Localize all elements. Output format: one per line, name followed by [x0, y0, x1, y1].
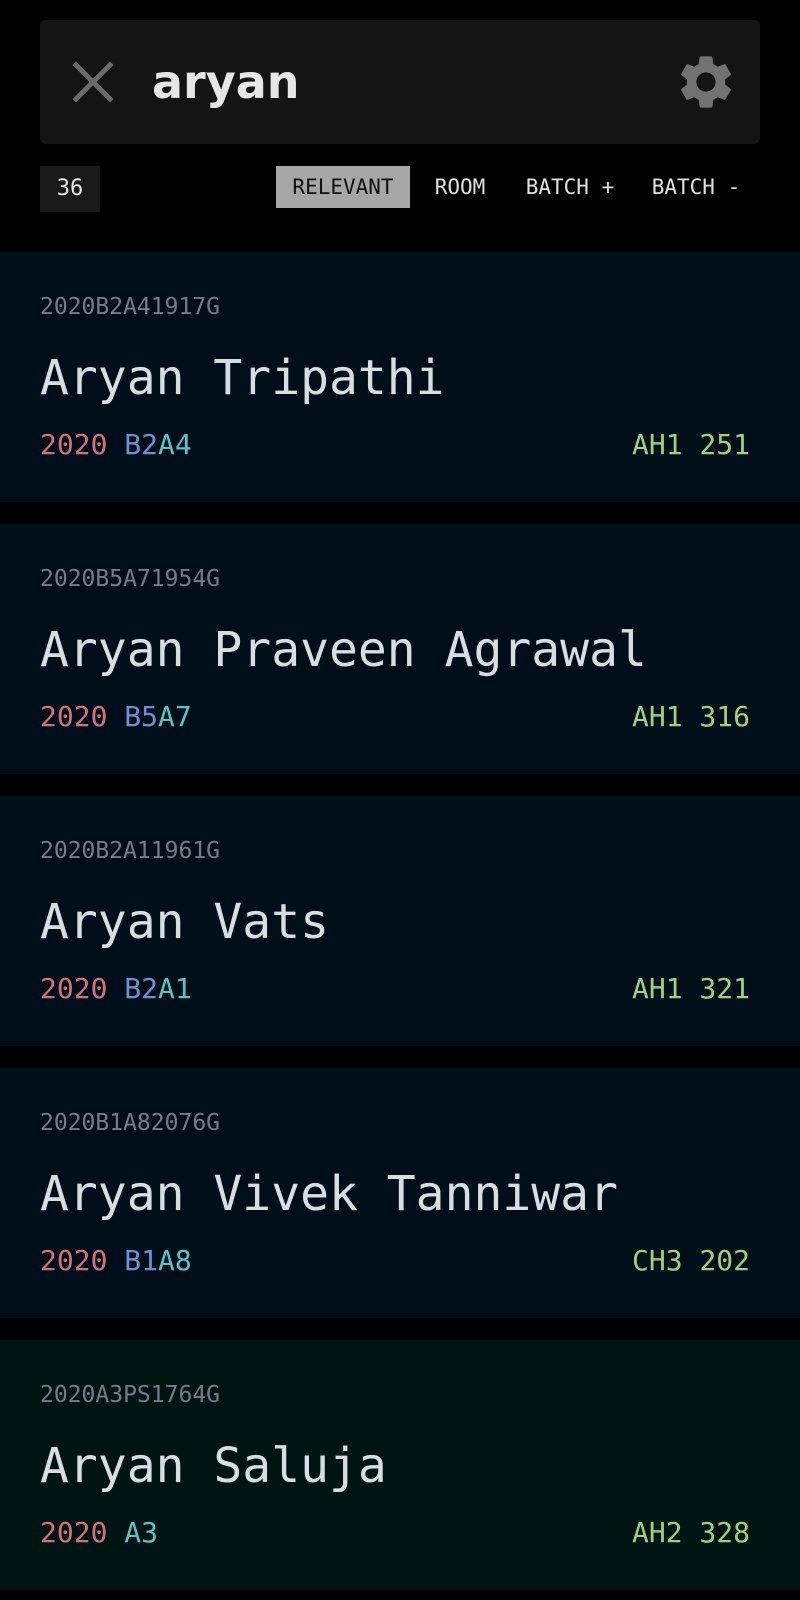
- student-year: 2020: [40, 1244, 108, 1277]
- student-room-info: AH2 328: [632, 1516, 750, 1549]
- sort-relevant-button[interactable]: RELEVANT: [276, 166, 410, 208]
- student-batch-info: 2020 A3: [40, 1516, 158, 1549]
- student-batch-info: 2020 B5A7: [40, 700, 192, 733]
- student-room-number: 251: [699, 428, 750, 461]
- student-batch-info: 2020 B1A8: [40, 1244, 192, 1277]
- student-card[interactable]: 2020B2A41917G Aryan Tripathi 2020 B2A4 A…: [0, 252, 800, 502]
- student-a-code: A3: [124, 1516, 159, 1549]
- student-a-code: A8: [158, 1244, 192, 1277]
- student-room-number: 321: [699, 972, 750, 1005]
- student-batch-info: 2020 B2A4: [40, 428, 192, 461]
- student-room-number: 202: [699, 1244, 750, 1277]
- student-year: 2020: [40, 972, 108, 1005]
- student-id: 2020B2A11961G: [40, 838, 221, 864]
- student-id: 2020A3PS1764G: [40, 1382, 221, 1408]
- student-id: 2020B1A82076G: [40, 1110, 221, 1136]
- student-a-code: A7: [158, 700, 192, 733]
- student-name: Aryan Tripathi: [40, 350, 445, 406]
- student-room-number: 328: [699, 1516, 750, 1549]
- results-count-badge: 36: [40, 166, 100, 212]
- student-name: Aryan Saluja: [40, 1438, 387, 1494]
- student-hostel: AH1: [631, 972, 683, 1005]
- student-card[interactable]: 2020A3PS1764G Aryan Saluja 2020 A3 AH2 3…: [0, 1340, 800, 1590]
- student-name: Aryan Vats: [40, 894, 329, 950]
- student-a-code: A1: [158, 972, 192, 1005]
- search-input[interactable]: [152, 54, 632, 110]
- student-batch-info: 2020 B2A1: [40, 972, 192, 1005]
- sort-batch-desc-button[interactable]: BATCH -: [644, 166, 748, 208]
- student-id: 2020B2A41917G: [40, 294, 221, 320]
- student-card[interactable]: 2020B1A82076G Aryan Vivek Tanniwar 2020 …: [0, 1068, 800, 1318]
- student-room-info: CH3 202: [632, 1244, 750, 1277]
- student-card[interactable]: 2020B5A71954G Aryan Praveen Agrawal 2020…: [0, 524, 800, 774]
- student-hostel: AH1: [631, 428, 683, 461]
- student-hostel: AH1: [631, 700, 683, 733]
- student-id: 2020B5A71954G: [40, 566, 221, 592]
- student-b-code: B1: [124, 1244, 159, 1277]
- student-b-code: B5: [124, 700, 159, 733]
- student-year: 2020: [40, 700, 108, 733]
- student-b-code: B2: [124, 428, 159, 461]
- student-room-info: AH1 316: [632, 700, 750, 733]
- student-name: Aryan Praveen Agrawal: [40, 622, 647, 678]
- student-room-info: AH1 251: [632, 428, 750, 461]
- student-a-code: A4: [158, 428, 192, 461]
- gear-icon[interactable]: [674, 50, 738, 114]
- student-year: 2020: [40, 428, 108, 461]
- student-room-number: 316: [699, 700, 750, 733]
- sort-room-button[interactable]: ROOM: [426, 166, 494, 208]
- search-bar: [40, 20, 760, 144]
- close-icon[interactable]: [68, 57, 118, 107]
- student-year: 2020: [40, 1516, 108, 1549]
- student-hostel: CH3: [631, 1244, 683, 1277]
- student-hostel: AH2: [631, 1516, 683, 1549]
- student-card[interactable]: 2020B2A11961G Aryan Vats 2020 B2A1 AH1 3…: [0, 796, 800, 1046]
- student-name: Aryan Vivek Tanniwar: [40, 1166, 618, 1222]
- student-b-code: B2: [124, 972, 159, 1005]
- student-room-info: AH1 321: [632, 972, 750, 1005]
- sort-batch-asc-button[interactable]: BATCH +: [512, 166, 628, 208]
